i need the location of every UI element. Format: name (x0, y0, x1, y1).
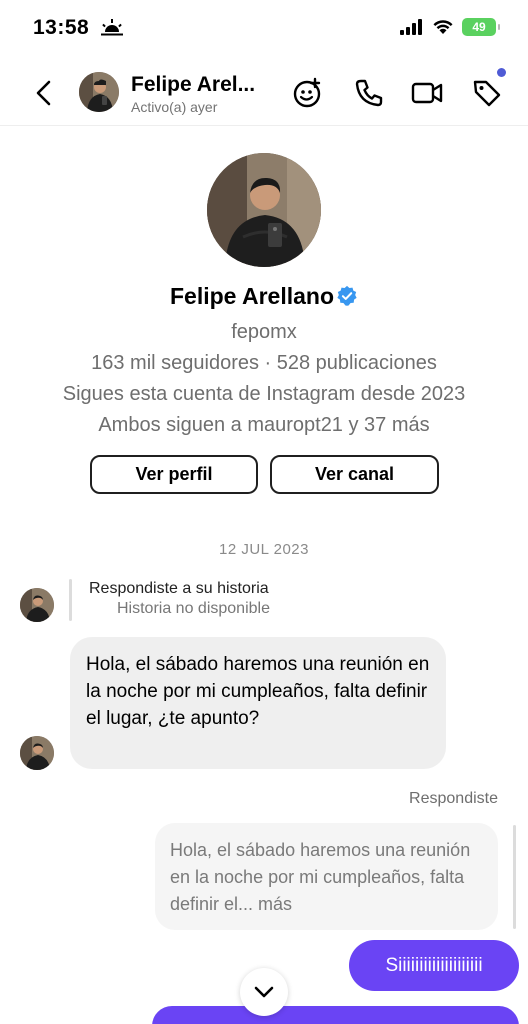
outgoing-message-bubble[interactable] (152, 1006, 519, 1024)
sender-avatar[interactable] (20, 588, 54, 622)
incoming-message-bubble[interactable]: Hola, el sábado haremos una reunión en l… (70, 637, 446, 769)
signal-icon (400, 19, 422, 35)
tag-icon[interactable] (470, 76, 504, 110)
verified-icon (337, 285, 357, 306)
sender-avatar[interactable] (20, 736, 54, 770)
status-bar: 13:58 49 (0, 0, 528, 60)
wifi-icon (433, 20, 453, 34)
profile-name-row: Felipe Arellano (0, 283, 528, 310)
date-separator: 12 JUL 2023 (218, 541, 309, 558)
scroll-to-bottom-button[interactable] (240, 968, 288, 1016)
profile-avatar[interactable] (207, 153, 321, 267)
phone-icon[interactable] (352, 76, 386, 110)
battery-level: 49 (472, 20, 486, 34)
profile-mutual-followers[interactable]: Ambos siguen a mauropt21 y 37 más (0, 414, 528, 437)
sun-icon (101, 19, 123, 36)
story-reply-bar (69, 579, 72, 621)
effects-icon[interactable] (291, 76, 325, 110)
view-channel-button[interactable]: Ver canal (270, 455, 439, 494)
outgoing-message-bubble[interactable]: Siiiiiiiiiiiiiiiiiiii (349, 940, 519, 991)
chat-header: Felipe Arel... Activo(a) ayer (0, 60, 528, 126)
quote-bar (513, 825, 516, 929)
status-time: 13:58 (33, 16, 90, 39)
back-arrow-icon[interactable] (30, 78, 58, 108)
story-reply-subtitle: Historia no disponible (117, 600, 270, 617)
reply-label: Respondiste (409, 790, 498, 807)
profile-following-since: Sigues esta cuenta de Instagram desde 20… (62, 383, 466, 405)
story-reply-title: Respondiste a su historia (89, 580, 269, 597)
view-profile-button[interactable]: Ver perfil (90, 455, 258, 494)
notification-dot (497, 68, 506, 77)
header-avatar[interactable] (79, 72, 119, 112)
video-icon[interactable] (410, 76, 444, 110)
battery-icon: 49 (462, 18, 500, 36)
profile-name: Felipe Arellano (169, 283, 335, 309)
quoted-message-bubble[interactable]: Hola, el sábado haremos una reunión en l… (155, 823, 498, 930)
profile-username: fepomx (231, 321, 297, 343)
header-status: Activo(a) ayer (131, 99, 218, 115)
chevron-down-icon (254, 986, 274, 998)
header-name[interactable]: Felipe Arel... (131, 73, 255, 97)
profile-stats: 163 mil seguidores · 528 publicaciones (91, 352, 437, 374)
